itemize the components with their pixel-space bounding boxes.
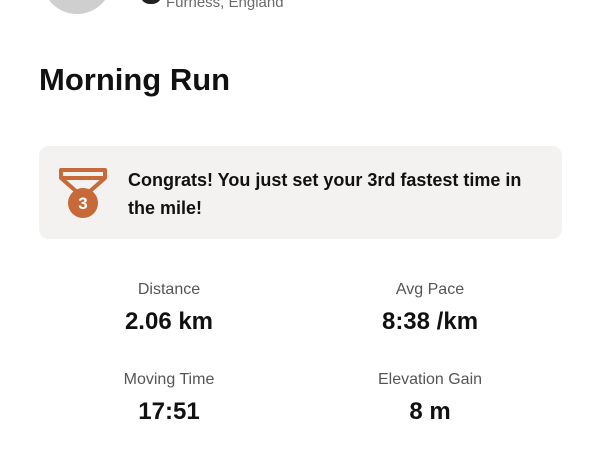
- medal-rank: 3: [78, 194, 87, 213]
- stat-label: Elevation Gain: [377, 371, 483, 388]
- athlete-name-fragment: [140, 0, 162, 4]
- stat-moving-time: Moving Time 17:51: [39, 370, 299, 427]
- avatar[interactable]: [42, 0, 112, 14]
- bronze-medal-icon: 3: [59, 168, 107, 218]
- stat-value: 17:51: [138, 398, 200, 425]
- achievement-banner[interactable]: 3 Congrats! You just set your 3rd fastes…: [39, 146, 562, 239]
- activity-title: Morning Run: [39, 62, 231, 97]
- stat-value: 8:38 /km: [381, 308, 479, 335]
- stat-label: Distance: [137, 281, 201, 298]
- stat-label: Moving Time: [123, 371, 215, 388]
- achievement-message: Congrats! You just set your 3rd fastest …: [128, 170, 522, 218]
- stat-distance: Distance 2.06 km: [39, 280, 299, 337]
- activity-location: Furness, England: [166, 0, 284, 11]
- stat-value: 8 m: [409, 398, 451, 425]
- activity-page: Furness, England Morning Run 3 Congrats!…: [0, 0, 600, 450]
- stat-elevation-gain: Elevation Gain 8 m: [300, 370, 560, 427]
- stat-value: 2.06 km: [124, 308, 214, 335]
- stat-label: Avg Pace: [395, 281, 465, 298]
- stat-avg-pace: Avg Pace 8:38 /km: [300, 280, 560, 337]
